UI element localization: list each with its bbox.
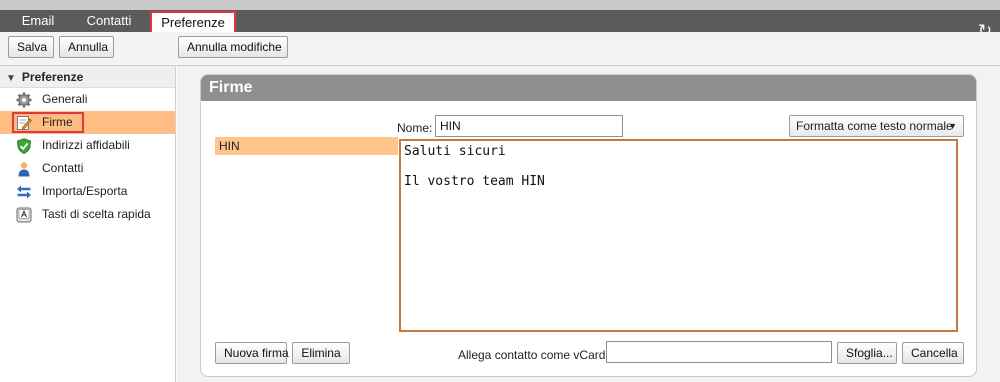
tab-email[interactable]: Email: [10, 10, 66, 32]
sidebar-item-generali[interactable]: Generali: [0, 88, 175, 111]
gear-icon: [16, 92, 32, 108]
cancel-button[interactable]: Annulla: [59, 36, 114, 58]
sidebar-item-label: Importa/Esporta: [42, 184, 128, 198]
window-top-strip: [0, 0, 1000, 10]
delete-button[interactable]: Elimina: [292, 342, 350, 364]
toolbar: Salva Annulla Annulla modifiche: [0, 32, 1000, 66]
collapse-triangle-icon: ▼: [6, 73, 16, 84]
sidebar-item-contatti[interactable]: Contatti: [0, 157, 175, 180]
import-export-icon: [17, 185, 31, 199]
undo-changes-button[interactable]: Annulla modifiche: [178, 36, 288, 58]
sidebar-item-label: Generali: [42, 92, 88, 106]
person-icon: [18, 162, 30, 177]
sidebar-item-label: Indirizzi affidabili: [42, 138, 130, 152]
sidebar-item-importa-esporta[interactable]: Importa/Esporta: [0, 180, 175, 203]
format-select-label: Formatta come testo normale: [796, 119, 953, 133]
sidebar-header-label: Preferenze: [21, 70, 84, 84]
tab-preferenze[interactable]: Preferenze: [150, 11, 236, 34]
keyboard-key-icon: [16, 207, 32, 223]
sidebar-item-tasti-scelta-rapida[interactable]: Tasti di scelta rapida: [0, 203, 175, 226]
signature-editor[interactable]: Saluti sicuri Il vostro team HIN: [399, 139, 958, 332]
name-input[interactable]: [435, 115, 623, 137]
panel-title: Firme: [201, 75, 976, 101]
tab-contatti[interactable]: Contatti: [78, 10, 140, 32]
sidebar-item-firme[interactable]: Firme: [0, 111, 175, 134]
preferences-sidebar: ▼ Preferenze Generali Firme Indirizzi af…: [0, 66, 176, 382]
main-content: Firme Nome: Formatta come testo normale …: [177, 66, 1000, 382]
signature-icon: [17, 116, 32, 131]
browse-button[interactable]: Sfoglia...: [837, 342, 897, 364]
clear-button[interactable]: Cancella: [902, 342, 964, 364]
list-item[interactable]: HIN: [215, 137, 398, 155]
sidebar-item-indirizzi-affidabili[interactable]: Indirizzi affidabili: [0, 134, 175, 157]
new-signature-button[interactable]: Nuova firma: [215, 342, 289, 364]
chevron-down-icon: ▼: [948, 121, 957, 131]
vcard-input[interactable]: [606, 341, 832, 363]
main-tab-bar: Email Contatti Preferenze ↻: [0, 10, 1000, 40]
shield-check-icon: [17, 138, 31, 154]
signatures-panel: Firme Nome: Formatta come testo normale …: [200, 74, 977, 377]
sidebar-header[interactable]: ▼ Preferenze: [0, 66, 175, 88]
sidebar-item-label: Contatti: [42, 161, 84, 175]
signature-list: HIN: [215, 137, 398, 342]
sidebar-item-label: Tasti di scelta rapida: [42, 207, 151, 221]
format-select[interactable]: Formatta come testo normale ▼: [789, 115, 964, 137]
vcard-label: Allega contatto come vCard:: [458, 348, 609, 362]
save-button[interactable]: Salva: [8, 36, 54, 58]
name-label: Nome:: [397, 121, 433, 135]
